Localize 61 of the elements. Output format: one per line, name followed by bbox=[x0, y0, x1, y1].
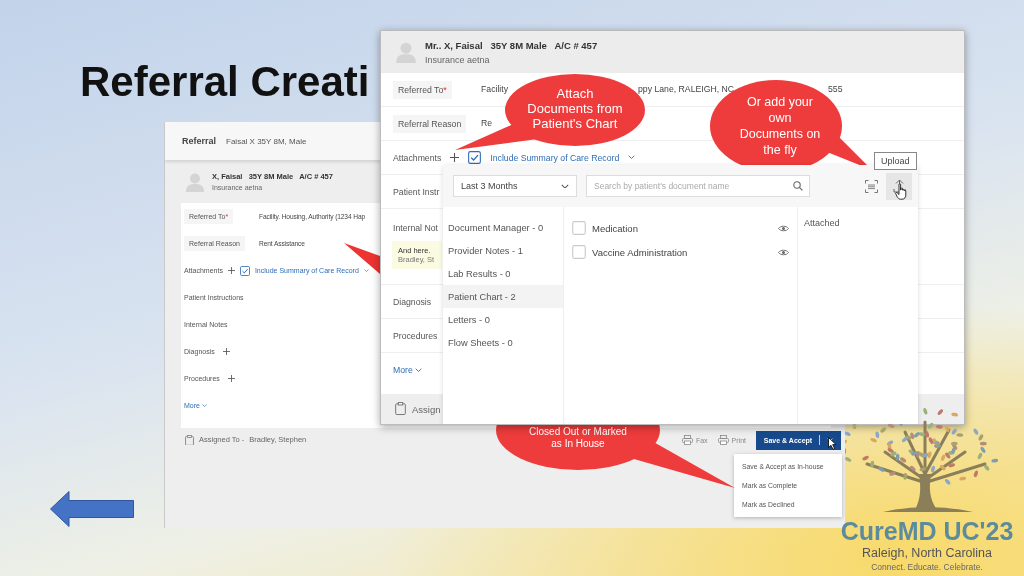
category-item[interactable]: Patient Chart - 2 bbox=[443, 285, 563, 308]
field-label: Referred To* bbox=[393, 80, 452, 99]
chevron-down-icon bbox=[561, 183, 569, 189]
field-value: ppy Lane, RALEIGH, NC bbox=[638, 83, 735, 94]
category-item[interactable]: Provider Notes - 1 bbox=[443, 239, 563, 262]
plus-icon[interactable] bbox=[227, 375, 235, 382]
pointer-cursor-icon bbox=[828, 437, 837, 450]
field-label: Attachments bbox=[393, 152, 442, 163]
hand-cursor-icon bbox=[895, 183, 907, 200]
document-name: Vaccine Administration bbox=[592, 246, 689, 258]
category-item[interactable]: Document Manager - 0 bbox=[443, 216, 563, 239]
plus-icon[interactable] bbox=[222, 348, 230, 355]
scan-icon[interactable] bbox=[865, 179, 878, 193]
field-label: Diagnosis bbox=[393, 296, 432, 307]
field-label: Internal Not bbox=[393, 223, 438, 233]
document-name: Medication bbox=[592, 222, 639, 234]
category-item[interactable]: Letters - 0 bbox=[443, 308, 563, 331]
insurance-text: Insurance aetna bbox=[425, 54, 491, 65]
clipboard-icon bbox=[395, 402, 406, 416]
logo-location: Raleigh, North Carolina bbox=[862, 546, 992, 560]
avatar-icon bbox=[395, 41, 417, 63]
field-value: Facility bbox=[481, 83, 509, 94]
field-value: Re bbox=[481, 117, 493, 128]
logo-text: CureMD UC'23 bbox=[840, 517, 1014, 546]
window-title: Referral bbox=[182, 136, 217, 146]
checkbox[interactable] bbox=[468, 151, 482, 164]
assign-label: Assign bbox=[412, 403, 441, 415]
checkbox-label[interactable]: Include Summary of Care Record bbox=[490, 152, 620, 163]
checkbox[interactable] bbox=[239, 265, 250, 276]
plus-icon[interactable] bbox=[450, 153, 460, 162]
chevron-down-icon bbox=[201, 404, 207, 407]
more-link[interactable]: More bbox=[393, 365, 422, 375]
attached-heading: Attached bbox=[804, 218, 840, 228]
patient-name: Mr.. X, Faisal 35Y 8M Male A/C # 457 bbox=[425, 39, 598, 51]
printer-icon bbox=[717, 435, 729, 445]
date-range-select[interactable]: Last 3 Months bbox=[453, 175, 577, 197]
printer-icon bbox=[681, 435, 693, 445]
category-item[interactable]: Lab Results - 0 bbox=[443, 262, 563, 285]
callout-text: Attach Documents from Patient's Chart bbox=[526, 86, 624, 131]
callout-text: Closed Out or Marked as In House bbox=[528, 426, 628, 450]
search-field[interactable]: Search by patient's document name bbox=[586, 175, 810, 197]
avatar-icon bbox=[185, 171, 205, 192]
chevron-down-icon bbox=[628, 155, 636, 160]
search-icon[interactable] bbox=[793, 181, 803, 191]
logo-tagline: Connect. Educate. Celebrate. bbox=[871, 562, 983, 572]
callout-text: Or add your own Documents on the fly bbox=[738, 94, 822, 158]
field-label: Patient Instr bbox=[393, 186, 440, 197]
field-label: Referral Reason bbox=[393, 114, 467, 133]
slide-title: Referral Creati bbox=[80, 58, 370, 106]
chevron-down-icon bbox=[363, 269, 369, 272]
eye-icon[interactable] bbox=[778, 224, 789, 232]
eye-icon[interactable] bbox=[778, 248, 789, 256]
patient-summary: Faisal X 35Y 8M, Male bbox=[226, 136, 307, 146]
field-label: Procedures bbox=[393, 330, 438, 341]
plus-icon[interactable] bbox=[227, 267, 235, 274]
left-arrow-icon bbox=[50, 491, 134, 527]
chevron-down-icon bbox=[414, 367, 422, 373]
tooltip: Upload bbox=[874, 152, 917, 170]
category-item[interactable]: Flow Sheets - 0 bbox=[443, 331, 563, 354]
clipboard-icon bbox=[185, 434, 194, 446]
field-value: 555 bbox=[828, 83, 843, 94]
